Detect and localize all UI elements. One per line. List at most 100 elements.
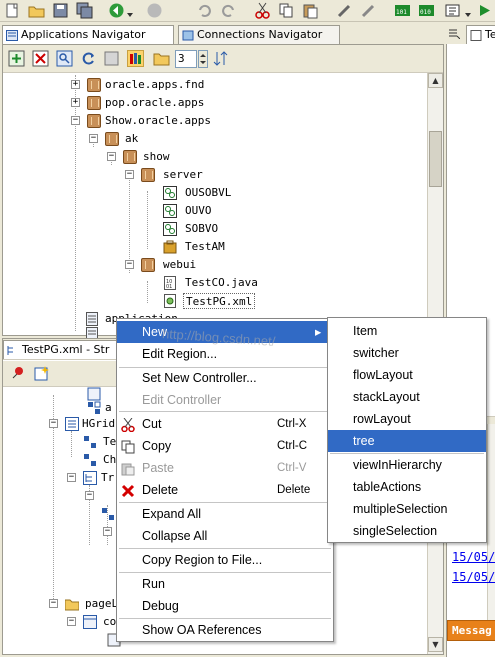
collapse-icon[interactable]: − <box>49 419 58 428</box>
collapse-icon[interactable]: − <box>89 134 98 143</box>
expand-icon[interactable]: + <box>71 98 80 107</box>
menu-item-label: Expand All <box>142 507 202 521</box>
make-icon[interactable] <box>336 2 353 19</box>
scroll-up-icon[interactable]: ▲ <box>428 73 443 88</box>
dropdown-arrow-icon[interactable] <box>465 8 471 21</box>
structure-node-label: co <box>103 615 117 628</box>
submenu-item-singleselection[interactable]: singleSelection <box>328 520 486 542</box>
new-view-icon[interactable] <box>33 365 50 382</box>
run-icon[interactable] <box>476 2 493 19</box>
menu-item-copy[interactable]: Copy Ctrl-C <box>117 435 333 457</box>
spinner-buttons[interactable] <box>198 50 208 68</box>
package-icon <box>141 258 155 272</box>
submenu-item-tree[interactable]: tree <box>328 430 486 452</box>
menu-item-cut[interactable]: Cut Ctrl-X <box>117 413 333 435</box>
rebuild-icon[interactable] <box>360 2 377 19</box>
menu-item-expand-all[interactable]: Expand All <box>117 503 333 525</box>
menu-item-show-oa-references[interactable]: Show OA References <box>117 619 333 641</box>
collapse-icon[interactable]: − <box>125 260 134 269</box>
structure-icon <box>7 344 19 355</box>
search-icon[interactable] <box>56 50 73 67</box>
menu-item-label: Copy Region to File... <box>142 553 263 567</box>
submenu-item-tableactions[interactable]: tableActions <box>328 476 486 498</box>
menu-item-run[interactable]: Run <box>117 573 333 595</box>
collapse-icon[interactable]: − <box>107 152 116 161</box>
menu-item-collapse-all[interactable]: Collapse All <box>117 525 333 547</box>
submenu-item-switcher[interactable]: switcher <box>328 342 486 364</box>
paste-icon[interactable] <box>302 2 319 19</box>
level-spinner-input[interactable]: 3 <box>175 50 197 68</box>
back-icon[interactable] <box>108 2 125 19</box>
tree-node-label: server <box>163 168 203 181</box>
collapse-icon[interactable]: − <box>67 473 76 482</box>
undo-icon[interactable] <box>196 2 213 19</box>
collapse-icon[interactable]: − <box>67 617 76 626</box>
dropdown-arrow-icon[interactable] <box>127 8 133 17</box>
library-icon[interactable] <box>127 50 144 67</box>
submenu-item-viewinhierarchy[interactable]: viewInHierarchy <box>328 454 486 476</box>
sort-icon[interactable] <box>212 50 229 67</box>
properties-icon[interactable] <box>103 50 120 67</box>
bug-icon[interactable] <box>444 2 461 19</box>
new-file-icon[interactable] <box>4 2 21 19</box>
submenu-item-stacklayout[interactable]: stackLayout <box>328 386 486 408</box>
collapse-icon[interactable]: − <box>71 116 80 125</box>
remove-icon[interactable] <box>32 50 49 67</box>
open-folder-icon[interactable] <box>28 2 45 19</box>
item-icon <box>83 435 97 449</box>
tab-applications-navigator[interactable]: Applications Navigator <box>2 25 174 44</box>
package-icon <box>141 168 155 182</box>
expand-icon[interactable]: + <box>71 80 80 89</box>
save-all-icon[interactable] <box>76 2 93 19</box>
add-icon[interactable] <box>8 50 25 67</box>
delete-icon <box>121 483 135 498</box>
menu-item-edit-region[interactable]: Edit Region... <box>117 343 333 365</box>
xml-file-icon <box>470 29 482 41</box>
tab-connections-navigator[interactable]: Connections Navigator <box>178 25 340 44</box>
tab-editor-test[interactable]: Test <box>466 25 495 44</box>
cut-icon[interactable] <box>254 2 271 19</box>
folder-icon <box>64 597 80 611</box>
scroll-thumb[interactable] <box>429 131 442 187</box>
navigator-toolbar: 3 <box>3 45 443 73</box>
log-link[interactable]: 15/05/ <box>452 570 495 584</box>
submenu-item-rowlayout[interactable]: rowLayout <box>328 408 486 430</box>
tree-node-label: TestCO.java <box>185 276 258 289</box>
menu-item-label: stackLayout <box>353 390 420 404</box>
menu-separator <box>119 411 331 412</box>
menu-item-shortcut: Ctrl-C <box>277 440 308 452</box>
folder-icon[interactable] <box>153 50 170 67</box>
svg-text:010: 010 <box>420 9 431 16</box>
menu-item-debug[interactable]: Debug <box>117 595 333 617</box>
menu-item-set-new-controller[interactable]: Set New Controller... <box>117 367 333 389</box>
collapse-icon[interactable]: − <box>85 491 94 500</box>
vertical-scrollbar[interactable]: ▲ <box>427 73 443 335</box>
collapse-icon[interactable]: − <box>49 599 58 608</box>
collapse-icon[interactable]: − <box>125 170 134 179</box>
tree-node-label: Show.oracle.apps <box>105 114 211 127</box>
binary-icon-2[interactable]: 010 <box>418 2 435 19</box>
submenu-item-multipleselection[interactable]: multipleSelection <box>328 498 486 520</box>
redo-icon[interactable] <box>220 2 237 19</box>
message-log-tab[interactable]: Messag <box>447 620 495 641</box>
menu-item-copy-region-to-file[interactable]: Copy Region to File... <box>117 549 333 571</box>
refresh-icon[interactable] <box>80 50 97 67</box>
copy-icon[interactable] <box>278 2 295 19</box>
application-module-icon <box>163 240 177 254</box>
binary-icon-1[interactable]: 101 <box>394 2 411 19</box>
svg-text:01: 01 <box>166 284 172 290</box>
panel-menu-icon[interactable] <box>448 27 461 40</box>
log-link[interactable]: 15/05/ <box>452 550 495 564</box>
submenu-item-flowlayout[interactable]: flowLayout <box>328 364 486 386</box>
collapse-icon[interactable]: − <box>103 527 112 536</box>
menu-item-delete[interactable]: Delete Delete <box>117 479 333 501</box>
scroll-down-icon[interactable]: ▼ <box>428 637 443 652</box>
package-icon <box>87 96 101 110</box>
editor-scrollbar[interactable] <box>487 424 495 624</box>
submenu-item-item[interactable]: Item <box>328 320 486 342</box>
application-icon <box>6 29 18 41</box>
tab-structure[interactable]: TestPG.xml - Str <box>3 340 121 359</box>
menu-item-label: Paste <box>142 461 174 475</box>
save-icon[interactable] <box>52 2 69 19</box>
pin-icon[interactable] <box>9 365 26 382</box>
